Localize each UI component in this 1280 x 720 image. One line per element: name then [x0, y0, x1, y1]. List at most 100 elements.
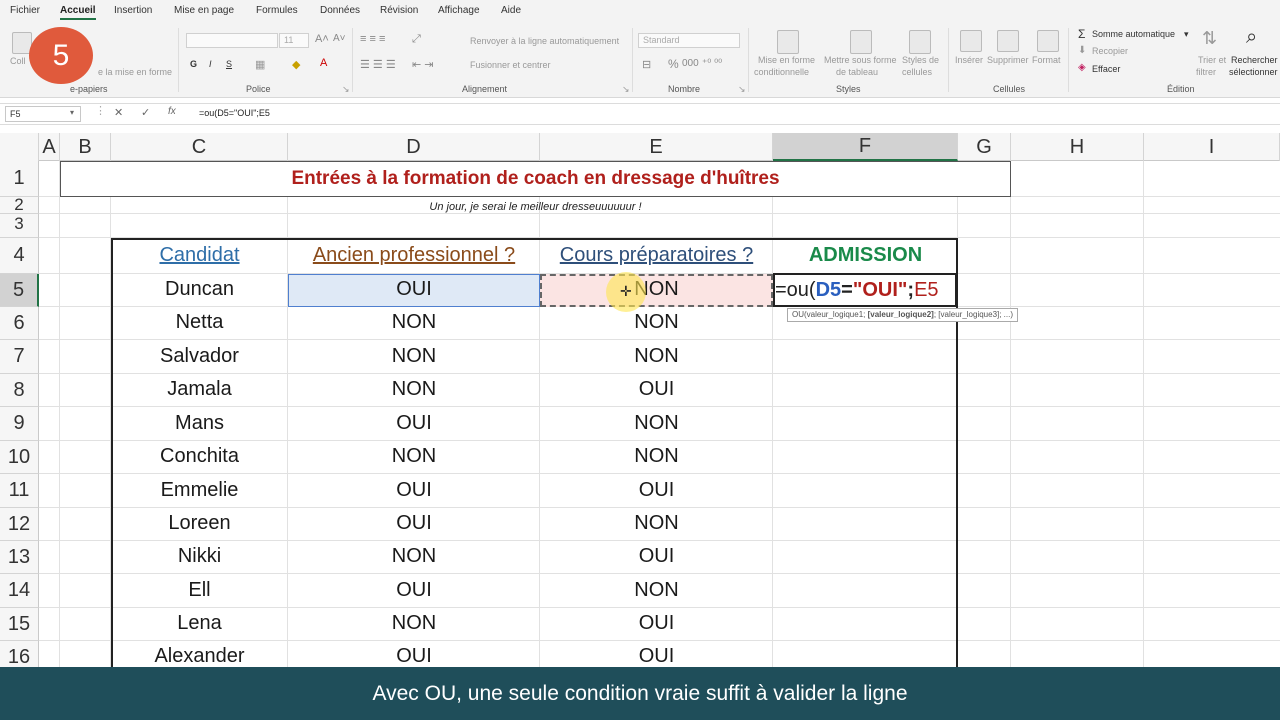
- candidate-name[interactable]: Conchita: [111, 445, 288, 468]
- candidate-name[interactable]: Duncan: [111, 278, 288, 301]
- delete-label[interactable]: Supprimer: [987, 55, 1029, 65]
- ancien-value[interactable]: OUI: [288, 479, 540, 502]
- cours-value[interactable]: NON: [540, 311, 773, 334]
- candidate-name[interactable]: Alexander: [111, 645, 288, 668]
- cancel-icon[interactable]: ✕: [114, 106, 123, 119]
- format-table-label-2[interactable]: de tableau: [836, 67, 878, 77]
- format-painter-label[interactable]: e la mise en forme: [98, 67, 172, 77]
- select-all-corner[interactable]: [0, 133, 39, 161]
- align-left-icon[interactable]: ☰ ☰ ☰: [360, 58, 396, 71]
- sort-filter-label-1[interactable]: Trier et: [1198, 55, 1226, 65]
- ancien-value[interactable]: OUI: [288, 512, 540, 535]
- row-header-9[interactable]: 9: [0, 407, 39, 441]
- sort-filter-icon[interactable]: ⇅: [1202, 28, 1217, 49]
- cours-value[interactable]: OUI: [540, 645, 773, 668]
- cours-value[interactable]: OUI: [540, 612, 773, 635]
- ancien-value[interactable]: NON: [288, 612, 540, 635]
- cours-value[interactable]: OUI: [540, 378, 773, 401]
- eraser-icon[interactable]: ◈: [1078, 62, 1086, 73]
- row-header-8[interactable]: 8: [0, 374, 39, 407]
- column-header-c[interactable]: C: [111, 133, 288, 161]
- delete-cells-icon[interactable]: [997, 30, 1019, 52]
- menu-formules[interactable]: Formules: [256, 5, 298, 16]
- borders-icon[interactable]: ▦: [255, 58, 265, 71]
- autosum-dropdown-icon[interactable]: ▾: [1184, 29, 1189, 40]
- row-header-7[interactable]: 7: [0, 340, 39, 374]
- ancien-value[interactable]: OUI: [288, 278, 540, 301]
- fill-button[interactable]: Recopier: [1092, 46, 1128, 56]
- cours-value[interactable]: NON: [540, 512, 773, 535]
- orientation-icon[interactable]: ⤢: [412, 33, 421, 46]
- row-header-14[interactable]: 14: [0, 574, 39, 608]
- candidate-name[interactable]: Loreen: [111, 512, 288, 535]
- column-header-b[interactable]: B: [60, 133, 111, 161]
- font-family-box[interactable]: [186, 33, 278, 48]
- decimal-icon[interactable]: ⁺⁰ ⁰⁰: [702, 58, 722, 69]
- sheet-subtitle[interactable]: Un jour, je serai le meilleur dresseuuuu…: [60, 201, 1011, 213]
- sheet-title[interactable]: Entrées à la formation de coach en dress…: [60, 168, 1011, 190]
- column-header-a[interactable]: A: [39, 133, 60, 161]
- cell-f5-editor[interactable]: =ou(D5="OUI";E5: [773, 273, 957, 307]
- fill-down-icon[interactable]: ⬇: [1078, 45, 1086, 56]
- fill-color-icon[interactable]: ◆: [292, 58, 300, 71]
- cond-format-label-1[interactable]: Mise en forme: [758, 55, 815, 65]
- column-header-f[interactable]: F: [773, 133, 958, 161]
- cours-value[interactable]: NON: [540, 345, 773, 368]
- cours-value[interactable]: NON: [540, 579, 773, 602]
- insert-cells-icon[interactable]: [960, 30, 982, 52]
- menu-insertion[interactable]: Insertion: [114, 5, 152, 16]
- column-header-d[interactable]: D: [288, 133, 540, 161]
- cond-format-label-2[interactable]: conditionnelle: [754, 67, 809, 77]
- merge-center-button[interactable]: Fusionner et centrer: [470, 60, 551, 70]
- format-table-icon[interactable]: [850, 30, 872, 54]
- row-header-11[interactable]: 11: [0, 474, 39, 508]
- find-select-label-2[interactable]: sélectionner: [1229, 67, 1278, 77]
- column-header-i[interactable]: I: [1144, 133, 1280, 161]
- row-header-10[interactable]: 10: [0, 441, 39, 474]
- autosum-button[interactable]: Somme automatique: [1092, 29, 1175, 39]
- enter-icon[interactable]: ✓: [141, 106, 150, 119]
- fx-icon[interactable]: fx: [168, 106, 176, 117]
- menu-affichage[interactable]: Affichage: [438, 5, 480, 16]
- cell-styles-label-2[interactable]: cellules: [902, 67, 932, 77]
- underline-icon[interactable]: S: [226, 59, 232, 69]
- ancien-value[interactable]: NON: [288, 311, 540, 334]
- column-header-h[interactable]: H: [1011, 133, 1144, 161]
- find-select-label-1[interactable]: Rechercher et: [1231, 55, 1280, 65]
- row-header-3[interactable]: 3: [0, 214, 39, 238]
- bold-icon[interactable]: G: [190, 59, 197, 69]
- format-table-label-1[interactable]: Mettre sous forme: [824, 55, 897, 65]
- ancien-value[interactable]: NON: [288, 445, 540, 468]
- function-tooltip[interactable]: OU(valeur_logique1; [valeur_logique2]; […: [787, 308, 1019, 322]
- header-candidat[interactable]: Candidat: [111, 244, 288, 267]
- menu-donnees[interactable]: Données: [320, 5, 360, 16]
- candidate-name[interactable]: Salvador: [111, 345, 288, 368]
- menu-accueil[interactable]: Accueil: [60, 5, 96, 20]
- percent-button[interactable]: %: [668, 57, 679, 71]
- nombre-dialog-icon[interactable]: ↘: [738, 84, 746, 95]
- row-header-15[interactable]: 15: [0, 608, 39, 641]
- row-header-2[interactable]: 2: [0, 195, 39, 214]
- sigma-icon[interactable]: Σ: [1078, 27, 1085, 41]
- format-label[interactable]: Format: [1032, 55, 1061, 65]
- candidate-name[interactable]: Emmelie: [111, 479, 288, 502]
- ancien-value[interactable]: NON: [288, 378, 540, 401]
- font-shrink-icon[interactable]: A˅: [333, 33, 346, 44]
- menu-revision[interactable]: Révision: [380, 5, 418, 16]
- wrap-text-button[interactable]: Renvoyer à la ligne automatiquement: [470, 36, 619, 46]
- ancien-value[interactable]: OUI: [288, 645, 540, 668]
- font-color-icon[interactable]: A: [320, 57, 327, 69]
- clear-button[interactable]: Effacer: [1092, 64, 1120, 74]
- font-grow-icon[interactable]: A˄: [315, 33, 329, 45]
- alignement-dialog-icon[interactable]: ↘: [622, 84, 630, 95]
- sort-filter-label-2[interactable]: filtrer: [1196, 67, 1216, 77]
- menu-mise-en-page[interactable]: Mise en page: [174, 5, 234, 16]
- header-ancien-professionnel[interactable]: Ancien professionnel ?: [288, 244, 540, 267]
- formula-input[interactable]: =ou(D5="OUI";E5: [199, 108, 270, 118]
- cours-value[interactable]: NON: [540, 445, 773, 468]
- number-format-box[interactable]: Standard: [638, 33, 740, 48]
- format-cells-icon[interactable]: [1037, 30, 1059, 52]
- row-header-12[interactable]: 12: [0, 508, 39, 541]
- paste-label[interactable]: Coll: [10, 56, 26, 66]
- cours-value[interactable]: NON: [540, 412, 773, 435]
